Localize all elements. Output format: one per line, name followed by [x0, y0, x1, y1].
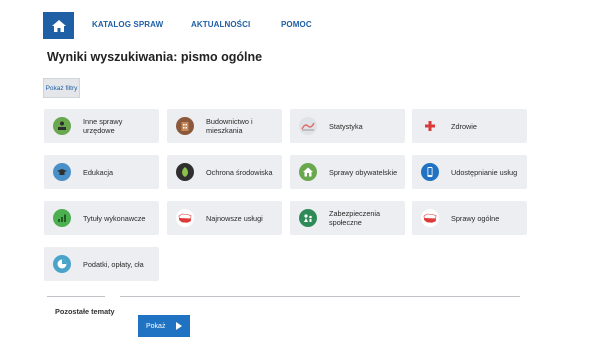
tile-sprawy-ogolne[interactable]: Sprawy ogólne — [412, 201, 527, 235]
nav-link-aktualnosci[interactable]: AKTUALNOŚCI — [191, 20, 250, 29]
statistics-icon — [299, 117, 317, 135]
tile-label: Zdrowie — [451, 121, 477, 131]
divider — [120, 296, 520, 297]
show-button[interactable]: Pokaż — [138, 315, 190, 337]
health-cross-icon — [421, 117, 439, 135]
building-icon — [176, 117, 194, 135]
tile-label: Budownictwo i mieszkania — [206, 117, 253, 135]
tile-sprawy-obywatelskie[interactable]: Sprawy obywatelskie — [290, 155, 405, 189]
tile-udostepnianie-uslug[interactable]: Udostępnianie usług — [412, 155, 527, 189]
enforcement-chart-icon — [53, 209, 71, 227]
official-matters-icon — [53, 117, 71, 135]
tile-budownictwo-i-mieszkania[interactable]: Budownictwo i mieszkania — [167, 109, 282, 143]
tile-zdrowie[interactable]: Zdrowie — [412, 109, 527, 143]
tile-label: Edukacja — [83, 167, 114, 177]
divider — [47, 296, 105, 297]
show-filters-button[interactable]: Pokaż filtry — [43, 78, 80, 98]
nav-link-katalog-spraw[interactable]: KATALOG SPRAW — [92, 20, 163, 29]
tile-podatki-oplaty-cla[interactable]: Podatki, opłaty, cła — [44, 247, 159, 281]
tile-statystyka[interactable]: Statystyka — [290, 109, 405, 143]
citizen-house-icon — [299, 163, 317, 181]
tile-edukacja[interactable]: Edukacja — [44, 155, 159, 189]
tile-label: Sprawy obywatelskie — [329, 167, 398, 177]
tile-label: Tytuły wykonawcze — [83, 213, 146, 223]
tile-label: Zabezpieczenia społeczne — [329, 209, 381, 227]
tile-label: Podatki, opłaty, cła — [83, 259, 144, 269]
tile-label: Inne sprawy urzędowe — [83, 117, 123, 135]
education-cap-icon — [53, 163, 71, 181]
social-security-icon — [299, 209, 317, 227]
nav-link-pomoc[interactable]: POMOC — [281, 20, 312, 29]
other-topics-label: Pozostałe tematy — [55, 307, 115, 316]
poland-map-icon — [176, 209, 194, 227]
tile-najnowsze-uslugi[interactable]: Najnowsze usługi — [167, 201, 282, 235]
mobile-device-icon — [421, 163, 439, 181]
environment-leaf-icon — [176, 163, 194, 181]
tile-label: Ochrona środowiska — [206, 167, 273, 177]
tile-zabezpieczenia-spoleczne[interactable]: Zabezpieczenia społeczne — [290, 201, 405, 235]
home-button[interactable] — [43, 12, 74, 39]
show-button-label: Pokaż — [146, 322, 166, 330]
tile-ochrona-srodowiska[interactable]: Ochrona środowiska — [167, 155, 282, 189]
tile-label: Najnowsze usługi — [206, 213, 263, 223]
taxes-pie-icon — [53, 255, 71, 273]
top-navigation: KATALOG SPRAW AKTUALNOŚCI POMOC — [0, 0, 604, 46]
home-icon — [51, 19, 66, 32]
tile-label: Sprawy ogólne — [451, 213, 500, 223]
page-title: Wyniki wyszukiwania: pismo ogólne — [47, 50, 263, 64]
tile-label: Statystyka — [329, 121, 363, 131]
tile-label: Udostępnianie usług — [451, 167, 518, 177]
tile-inne-sprawy-urzedowe[interactable]: Inne sprawy urzędowe — [44, 109, 159, 143]
tile-tytuly-wykonawcze[interactable]: Tytuły wykonawcze — [44, 201, 159, 235]
play-arrow-icon — [176, 322, 182, 330]
poland-map-icon — [421, 209, 439, 227]
